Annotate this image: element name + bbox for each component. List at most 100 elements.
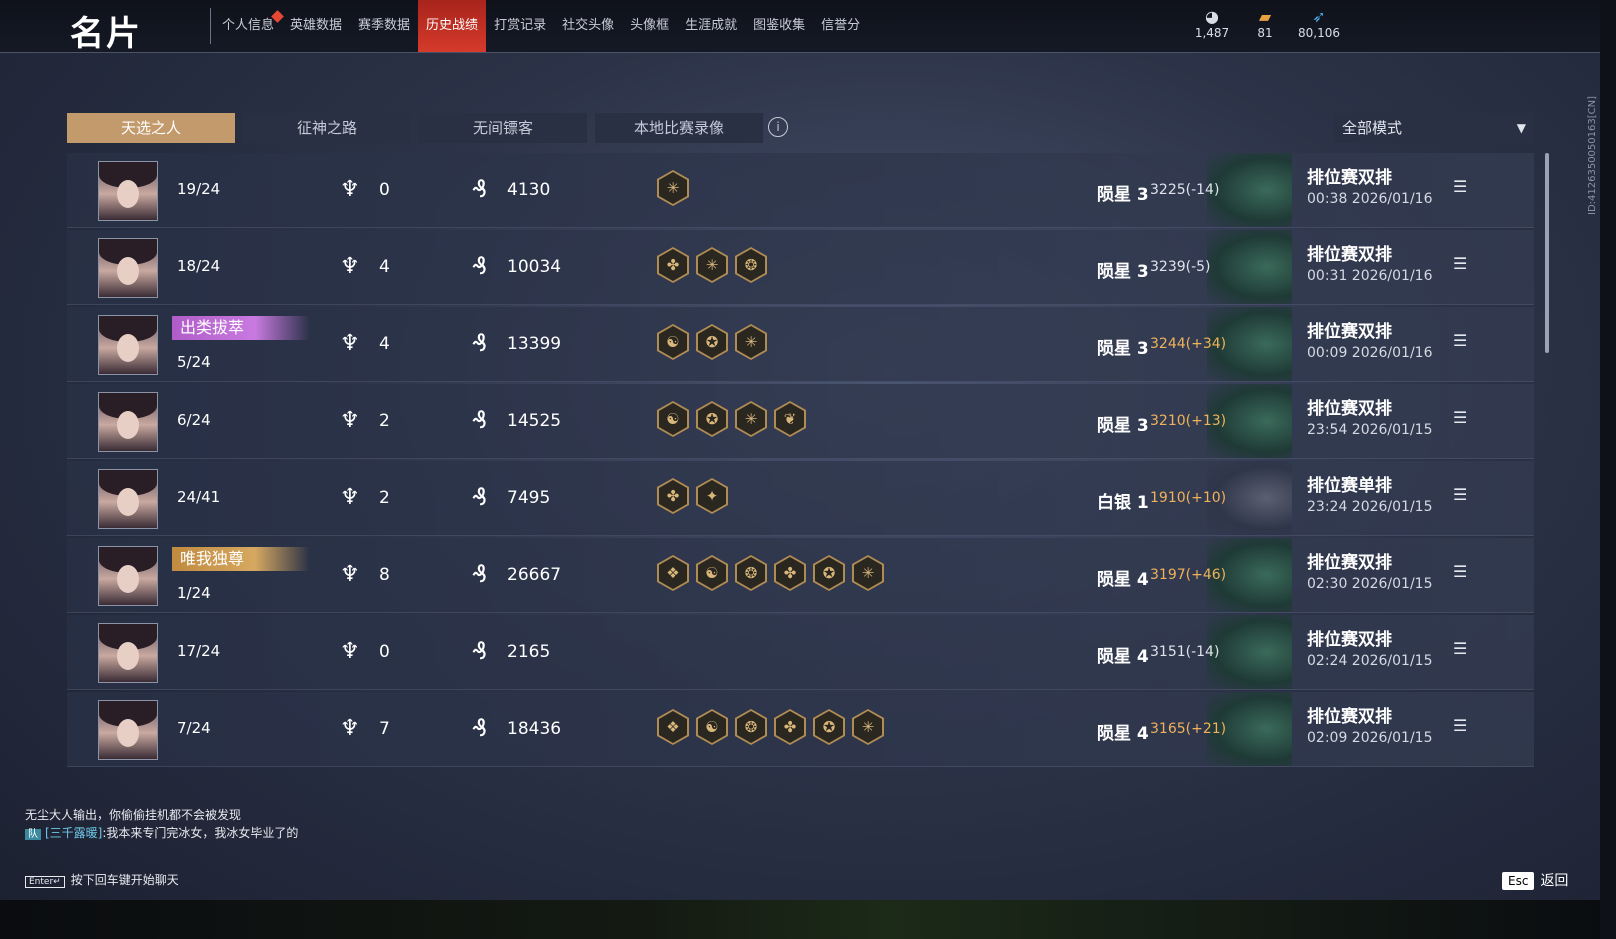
kills-count: 8 (379, 565, 390, 585)
item-glyph: ✳ (744, 333, 758, 351)
item-list: ❖ ☯ ❂ ✤ ✪ ✳ (657, 555, 884, 591)
item-icon[interactable]: ❖ (657, 709, 689, 745)
match-history-list: 19/24 ♆ 0 ₰ 4130 ✳ 陨星 3 3225(-14) 排位赛双排 00:38 202… (67, 153, 1534, 769)
item-glyph: ❂ (744, 256, 758, 274)
hero-avatar (98, 700, 158, 760)
details-menu-icon[interactable]: ☰ (1453, 408, 1467, 427)
details-menu-icon[interactable]: ☰ (1453, 254, 1467, 273)
damage-value: 26667 (507, 565, 562, 585)
item-glyph: ☯ (705, 718, 719, 736)
match-type: 排位赛双排 (1307, 553, 1392, 573)
match-row[interactable]: 18/24 ♆ 4 ₰ 10034 ✤ ✳ ❂ 陨星 3 3239(-5) 排位赛双排 00:31 2… (67, 230, 1534, 305)
nav-tab-label: 头像框 (630, 18, 670, 33)
kills-count: 0 (379, 180, 390, 200)
item-icon[interactable]: ✳ (696, 247, 728, 283)
item-icon[interactable]: ✦ (696, 478, 728, 514)
honor-badge: 唯我独尊 (172, 547, 310, 571)
item-icon[interactable]: ✤ (657, 247, 689, 283)
nav-tab-7[interactable]: 生涯成就 (677, 0, 745, 52)
tab-wujian[interactable]: 无间镖客 (419, 113, 587, 143)
placement: 1/24 (177, 584, 211, 602)
nav-tab-3[interactable]: 历史战绩 (418, 0, 487, 52)
item-icon[interactable]: ✪ (813, 555, 845, 591)
match-time: 23:24 2026/01/15 (1307, 499, 1433, 515)
item-icon[interactable]: ❂ (735, 709, 767, 745)
back-button[interactable]: Esc 返回 (1502, 870, 1568, 890)
item-icon[interactable]: ✳ (735, 324, 767, 360)
chat-sender: [三千露暖] (45, 826, 103, 840)
item-icon[interactable]: ☯ (696, 709, 728, 745)
nav-tab-9[interactable]: 信誉分 (813, 0, 868, 52)
nav-tab-4[interactable]: 打赏记录 (486, 0, 554, 52)
match-row[interactable]: 唯我独尊 1/24 ♆ 8 ₰ 26667 ❖ ☯ ❂ ✤ ✪ ✳ 陨星 4 3197(+46) 排位赛双排… (67, 538, 1534, 613)
item-icon[interactable]: ☯ (657, 401, 689, 437)
nav-tab-label: 个人信息 (222, 18, 275, 33)
details-menu-icon[interactable]: ☰ (1453, 177, 1467, 196)
item-icon[interactable]: ✤ (657, 478, 689, 514)
item-icon[interactable]: ☯ (696, 555, 728, 591)
currency-value: 80,106 (1298, 26, 1340, 40)
nav-tab-1[interactable]: 英雄数据 (282, 0, 350, 52)
tab-local-replay[interactable]: 本地比赛录像 (595, 113, 763, 143)
item-list: ✳ (657, 170, 689, 206)
damage-value: 18436 (507, 719, 562, 739)
match-row[interactable]: 24/41 ♆ 2 ₰ 7495 ✤ ✦ 白银 1 1910(+10) 排位赛单排 23:24 20… (67, 461, 1534, 536)
nav-tab-label: 生涯成就 (685, 18, 738, 33)
placement: 6/24 (177, 411, 211, 429)
chat-hint[interactable]: Enter↵ 按下回车键开始聊天 (25, 871, 179, 888)
item-icon[interactable]: ☯ (657, 324, 689, 360)
tab-tianxuan[interactable]: 天选之人 (67, 113, 235, 143)
list-scrollbar[interactable] (1545, 153, 1549, 353)
nav-tab-2[interactable]: 赛季数据 (350, 0, 418, 52)
nav-tab-5[interactable]: 社交头像 (554, 0, 622, 52)
tier-label: 陨星 3 (1097, 416, 1149, 436)
match-row[interactable]: 出类拔萃 5/24 ♆ 4 ₰ 13399 ☯ ✪ ✳ 陨星 3 3244(+34) 排位赛双排 00:… (67, 307, 1534, 382)
hero-avatar (98, 623, 158, 683)
match-row[interactable]: 6/24 ♆ 2 ₰ 14525 ☯ ✪ ✳ ❦ 陨星 3 3210(+13) 排位赛双排 23:54 … (67, 384, 1534, 459)
tab-zhengshen[interactable]: 征神之路 (243, 113, 411, 143)
mode-select[interactable]: 全部模式 ▼ (1334, 113, 1534, 143)
item-icon[interactable]: ✤ (774, 709, 806, 745)
nav-tab-6[interactable]: 头像框 (622, 0, 677, 52)
item-icon[interactable]: ✳ (657, 170, 689, 206)
match-time: 02:09 2026/01/15 (1307, 730, 1433, 746)
details-menu-icon[interactable]: ☰ (1453, 562, 1467, 581)
match-type: 排位赛双排 (1307, 399, 1392, 419)
item-icon[interactable]: ❖ (657, 555, 689, 591)
item-icon[interactable]: ✪ (696, 324, 728, 360)
match-row[interactable]: 19/24 ♆ 0 ₰ 4130 ✳ 陨星 3 3225(-14) 排位赛双排 00:38 202… (67, 153, 1534, 228)
nav-tab-8[interactable]: 图鉴收集 (745, 0, 813, 52)
tier-score: 3151(-14) (1150, 644, 1220, 660)
details-menu-icon[interactable]: ☰ (1453, 716, 1467, 735)
kills-count: 0 (379, 642, 390, 662)
match-time: 00:38 2026/01/16 (1307, 191, 1433, 207)
nav-tab-label: 信誉分 (821, 18, 861, 33)
item-glyph: ❖ (666, 718, 680, 736)
nav-divider (210, 8, 211, 44)
item-icon[interactable]: ✪ (696, 401, 728, 437)
item-icon[interactable]: ✳ (852, 555, 884, 591)
damage-value: 13399 (507, 334, 562, 354)
item-icon[interactable]: ✳ (735, 401, 767, 437)
tier-label: 陨星 4 (1097, 570, 1149, 590)
currency-ticket: ▰ 81 (1235, 8, 1295, 41)
damage-icon: ₰ (472, 560, 488, 588)
hero-avatar (98, 546, 158, 606)
details-menu-icon[interactable]: ☰ (1453, 639, 1467, 658)
hero-avatar (98, 469, 158, 529)
item-icon[interactable]: ✳ (852, 709, 884, 745)
match-row[interactable]: 7/24 ♆ 7 ₰ 18436 ❖ ☯ ❂ ✤ ✪ ✳ 陨星 4 3165(+21) 排位赛双排 02:0… (67, 692, 1534, 767)
item-icon[interactable]: ✤ (774, 555, 806, 591)
item-icon[interactable]: ❦ (774, 401, 806, 437)
nav-tab-0[interactable]: 个人信息 (214, 0, 284, 52)
details-menu-icon[interactable]: ☰ (1453, 331, 1467, 350)
item-icon[interactable]: ❂ (735, 555, 767, 591)
tier-score: 3225(-14) (1150, 182, 1220, 198)
item-icon[interactable]: ❂ (735, 247, 767, 283)
details-menu-icon[interactable]: ☰ (1453, 485, 1467, 504)
item-glyph: ✳ (744, 410, 758, 428)
item-icon[interactable]: ✪ (813, 709, 845, 745)
match-row[interactable]: 17/24 ♆ 0 ₰ 2165 陨星 4 3151(-14) 排位赛双排 02:24 2026… (67, 615, 1534, 690)
info-icon[interactable]: i (768, 117, 788, 137)
damage-value: 14525 (507, 411, 562, 431)
